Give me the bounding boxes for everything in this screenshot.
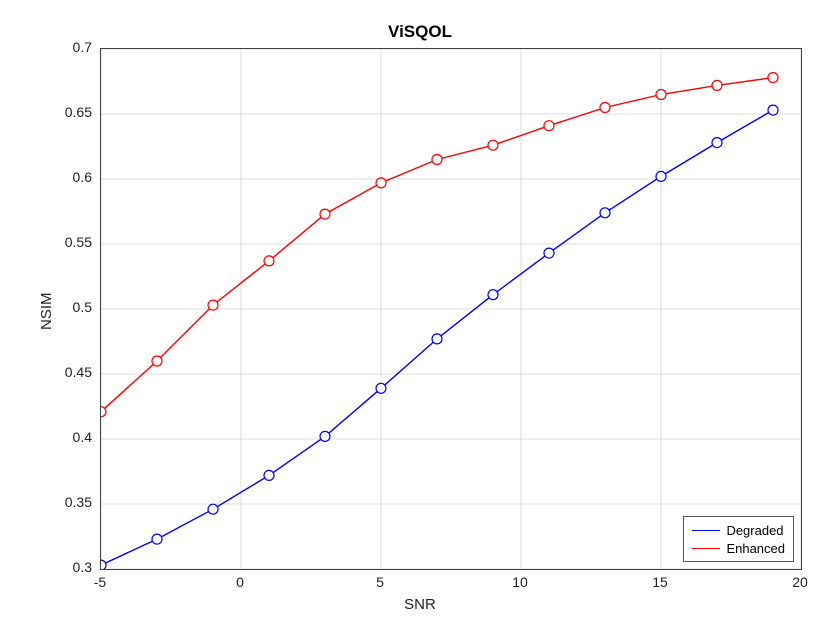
- y-tick-label: 0.5: [73, 299, 92, 315]
- legend-item: Enhanced: [692, 539, 785, 557]
- legend-swatch: [692, 548, 720, 549]
- data-marker: [712, 138, 722, 148]
- data-marker: [656, 90, 666, 100]
- data-marker: [488, 140, 498, 150]
- data-marker: [320, 431, 330, 441]
- data-marker: [208, 504, 218, 514]
- legend-swatch: [692, 530, 720, 531]
- x-tick-label: 15: [648, 574, 672, 590]
- chart-title: ViSQOL: [0, 22, 840, 42]
- x-tick-label: 5: [368, 574, 392, 590]
- data-marker: [656, 171, 666, 181]
- data-marker: [768, 105, 778, 115]
- data-marker: [152, 534, 162, 544]
- y-tick-label: 0.7: [73, 39, 92, 55]
- data-marker: [376, 383, 386, 393]
- data-marker: [208, 300, 218, 310]
- x-tick-label: 10: [508, 574, 532, 590]
- y-tick-label: 0.4: [73, 429, 92, 445]
- y-tick-label: 0.6: [73, 169, 92, 185]
- series-line: [101, 78, 773, 412]
- legend: Degraded Enhanced: [683, 516, 794, 562]
- data-marker: [101, 407, 106, 417]
- legend-label: Enhanced: [726, 541, 785, 556]
- y-tick-label: 0.65: [65, 104, 92, 120]
- y-tick-label: 0.3: [73, 559, 92, 575]
- y-tick-label: 0.55: [65, 234, 92, 250]
- data-marker: [264, 256, 274, 266]
- data-marker: [264, 470, 274, 480]
- x-axis-label: SNR: [0, 596, 840, 613]
- y-axis-label: NSIM: [38, 293, 55, 331]
- data-marker: [544, 121, 554, 131]
- data-marker: [600, 208, 610, 218]
- y-tick-label: 0.35: [65, 494, 92, 510]
- data-marker: [432, 334, 442, 344]
- data-marker: [376, 178, 386, 188]
- plot-area: [100, 48, 802, 570]
- legend-label: Degraded: [726, 523, 783, 538]
- data-marker: [600, 103, 610, 113]
- x-tick-label: -5: [88, 574, 112, 590]
- y-tick-label: 0.45: [65, 364, 92, 380]
- data-marker: [152, 356, 162, 366]
- data-marker: [101, 560, 106, 569]
- data-marker: [432, 155, 442, 165]
- data-marker: [768, 73, 778, 83]
- x-tick-label: 0: [228, 574, 252, 590]
- chart-svg: [101, 49, 801, 569]
- data-marker: [488, 290, 498, 300]
- x-tick-label: 20: [788, 574, 812, 590]
- figure: ViSQOL SNR NSIM Degraded Enhanced -5 0 5 10 1…: [0, 0, 840, 630]
- legend-item: Degraded: [692, 521, 785, 539]
- data-marker: [320, 209, 330, 219]
- data-marker: [712, 80, 722, 90]
- data-marker: [544, 248, 554, 258]
